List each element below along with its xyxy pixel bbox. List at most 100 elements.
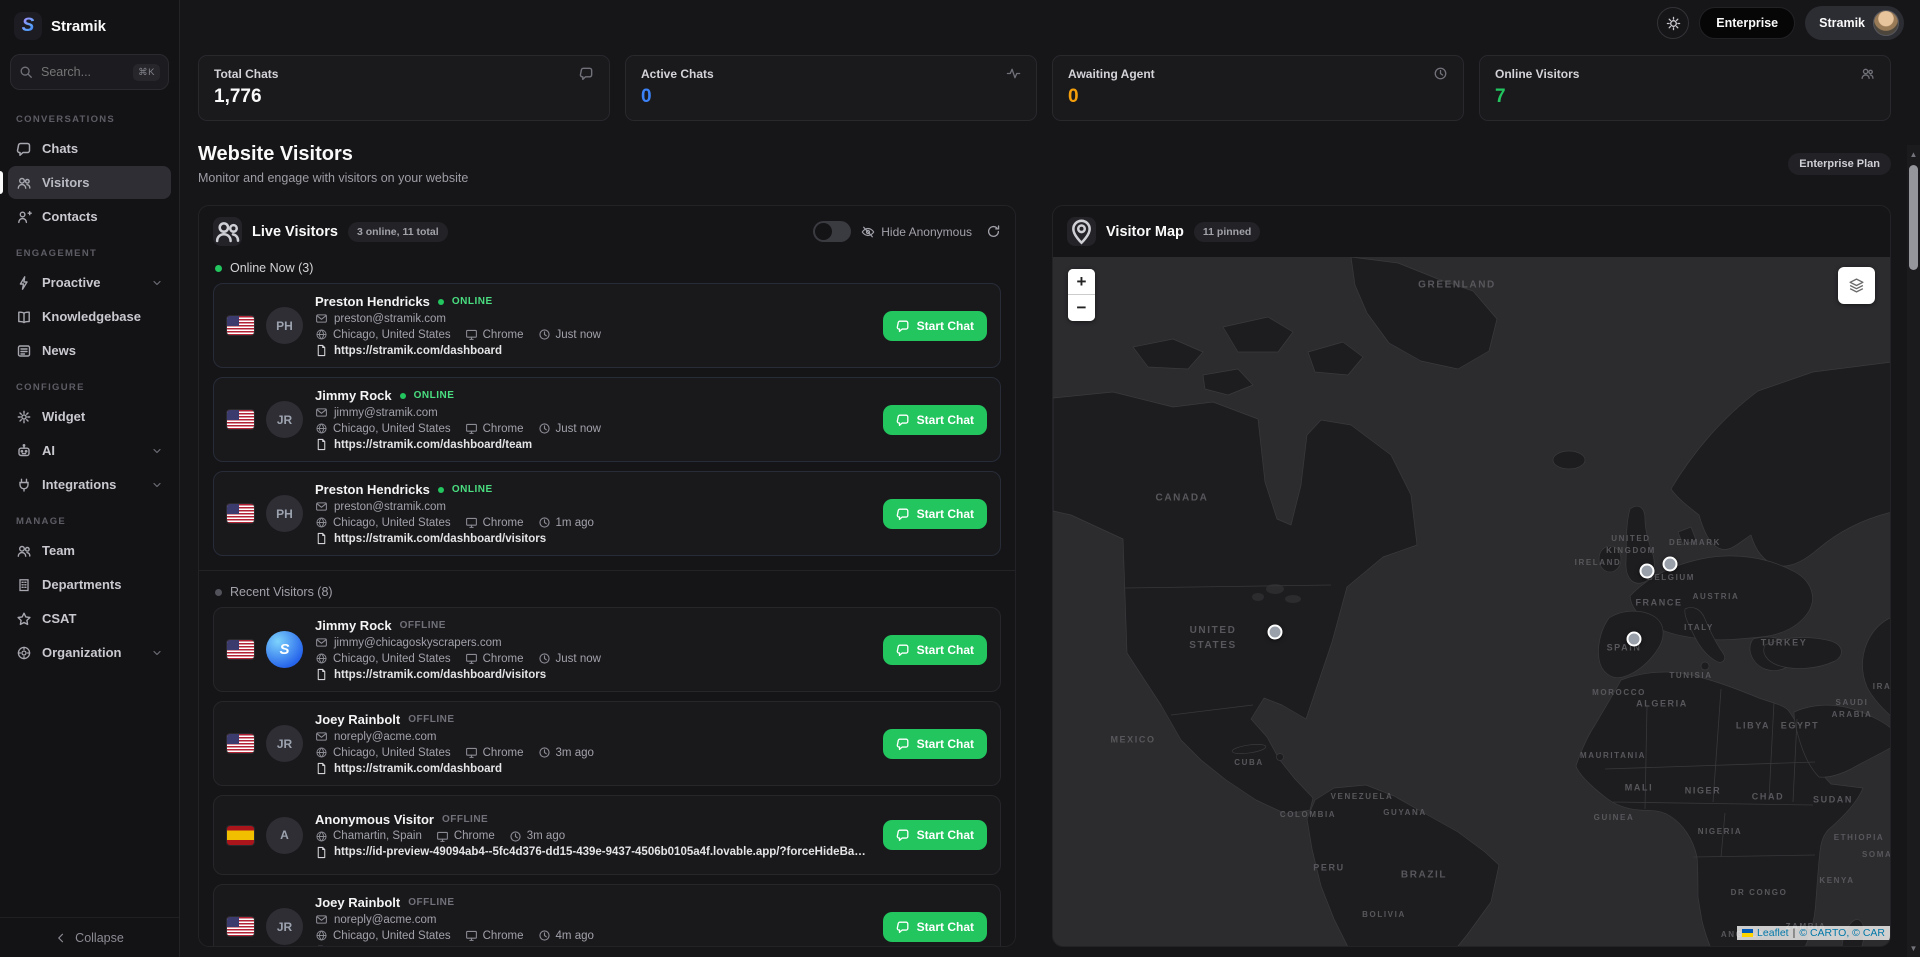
- refresh-icon[interactable]: [986, 224, 1001, 239]
- visitor-marker-madrid[interactable]: [1627, 632, 1642, 647]
- visitor-location: Chicago, United States: [333, 747, 451, 759]
- visitor-avatar: JR: [266, 401, 303, 438]
- visitor-location: Chicago, United States: [333, 517, 451, 529]
- sidebar-item-label: Integrations: [42, 477, 141, 492]
- envelope-icon: [315, 406, 328, 419]
- globe-icon: [315, 929, 328, 942]
- visitor-url-row: https://stramik.com/dashboard/visitors: [315, 668, 871, 681]
- sidebar-item-organization[interactable]: Organization: [8, 636, 171, 669]
- scrollbar-up-arrow[interactable]: ▲: [1907, 147, 1920, 161]
- sidebar-item-label: Team: [42, 543, 163, 558]
- plan-badge: Enterprise Plan: [1788, 153, 1891, 175]
- visitor-browser: Chrome: [483, 930, 524, 942]
- leaflet-link[interactable]: Leaflet: [1757, 927, 1789, 939]
- map-layers-button[interactable]: [1838, 267, 1875, 304]
- start-chat-button[interactable]: Start Chat: [883, 499, 987, 529]
- visitor-map-header: Visitor Map 11 pinned: [1053, 206, 1890, 257]
- sidebar-item-team[interactable]: Team: [8, 534, 171, 567]
- visitor-time-group: 4m ago: [538, 929, 594, 942]
- sidebar-item-news[interactable]: News: [8, 334, 171, 367]
- hide-anonymous-label: Hide Anonymous: [881, 225, 972, 239]
- visitor-url: https://stramik.com/dashboard/visitors: [334, 533, 546, 545]
- visitor-email-row: preston@stramik.com: [315, 500, 871, 513]
- start-chat-button[interactable]: Start Chat: [883, 311, 987, 341]
- visitor-location-group: Chicago, United States: [315, 652, 451, 665]
- recent-visitors-list: S Jimmy Rock OFFLINE jimmy@chicagoskyscr…: [199, 607, 1015, 947]
- online-status-dot: [400, 393, 406, 399]
- visitor-browser-group: Chrome: [465, 652, 524, 665]
- visitor-name: Preston Hendricks: [315, 294, 430, 309]
- visitor-name: Joey Rainbolt: [315, 895, 400, 910]
- sidebar-section: CONFIGURE Widget AI Integrations: [8, 368, 171, 501]
- ukraine-flag-icon: [1742, 929, 1753, 937]
- visitor-email: jimmy@stramik.com: [334, 407, 438, 419]
- sidebar-item-visitors[interactable]: Visitors: [8, 166, 171, 199]
- visitor-avatar: PH: [266, 307, 303, 344]
- search-box[interactable]: ⌘K: [10, 54, 169, 90]
- stats-row: Total Chats 1,776 Active Chats 0 Awaitin…: [198, 55, 1891, 121]
- visitor-marker-london[interactable]: [1640, 564, 1655, 579]
- visitor-name: Anonymous Visitor: [315, 812, 434, 827]
- enterprise-button[interactable]: Enterprise: [1699, 7, 1795, 39]
- scrollbar-thumb[interactable]: [1909, 165, 1918, 270]
- start-chat-button[interactable]: Start Chat: [883, 635, 987, 665]
- zoom-out-button[interactable]: −: [1068, 295, 1095, 321]
- sidebar-item-integrations[interactable]: Integrations: [8, 468, 171, 501]
- sidebar-item-icon: [16, 409, 32, 425]
- start-chat-button[interactable]: Start Chat: [883, 729, 987, 759]
- start-chat-button[interactable]: Start Chat: [883, 820, 987, 850]
- start-chat-button[interactable]: Start Chat: [883, 912, 987, 942]
- visitor-row: JR Joey Rainbolt OFFLINE noreply@acme.co…: [213, 884, 1001, 947]
- scrollbar-down-arrow[interactable]: ▼: [1907, 941, 1920, 955]
- visitor-marker-amsterdam[interactable]: [1663, 557, 1678, 572]
- live-visitors-panel: Live Visitors 3 online, 11 total Hide An…: [198, 205, 1016, 947]
- visitor-avatar: JR: [266, 908, 303, 945]
- collapse-button[interactable]: Collapse: [0, 917, 179, 957]
- visitor-browser: Chrome: [483, 329, 524, 341]
- sidebar-item-label: Chats: [42, 141, 163, 156]
- visitor-map-panel: Visitor Map 11 pinned: [1052, 205, 1891, 947]
- sidebar-item-label: Contacts: [42, 209, 163, 224]
- stat-value: 0: [1068, 86, 1448, 108]
- sidebar-item-proactive[interactable]: Proactive: [8, 266, 171, 299]
- zoom-in-button[interactable]: +: [1068, 269, 1095, 295]
- live-visitors-title: Live Visitors: [252, 224, 338, 240]
- stat-value: 1,776: [214, 86, 594, 108]
- sidebar-section: ENGAGEMENT Proactive Knowledgebase News: [8, 234, 171, 367]
- sidebar-item-icon: [16, 443, 32, 459]
- globe-icon: [315, 746, 328, 759]
- hide-anonymous-toggle[interactable]: [813, 221, 851, 242]
- visitor-browser-group: Chrome: [465, 516, 524, 529]
- visitor-last-seen: 1m ago: [556, 517, 594, 529]
- visitor-row: PH Preston Hendricks ONLINE preston@stra…: [213, 283, 1001, 368]
- monitor-icon: [465, 328, 478, 341]
- sidebar-item-chats[interactable]: Chats: [8, 132, 171, 165]
- visitor-last-seen: 3m ago: [556, 747, 594, 759]
- visitor-status: OFFLINE: [408, 897, 454, 908]
- map-canvas[interactable]: GREENLANDCANADAUNITED STATESMEXICOCUBAVE…: [1053, 257, 1890, 946]
- country-flag-icon: [227, 734, 254, 753]
- carto-link[interactable]: © CARTO, © CAR: [1799, 927, 1885, 939]
- visitor-map-title: Visitor Map: [1106, 224, 1184, 240]
- country-flag-icon: [227, 826, 254, 845]
- vertical-scrollbar[interactable]: ▲ ▼: [1907, 145, 1920, 957]
- visitor-location-group: Chicago, United States: [315, 516, 451, 529]
- start-chat-button[interactable]: Start Chat: [883, 405, 987, 435]
- chat-icon: [896, 737, 910, 751]
- search-input[interactable]: [41, 65, 125, 79]
- visitor-row: PH Preston Hendricks ONLINE preston@stra…: [213, 471, 1001, 556]
- sidebar-item-departments[interactable]: Departments: [8, 568, 171, 601]
- sidebar-item-label: Visitors: [42, 175, 163, 190]
- account-menu[interactable]: Stramik: [1805, 6, 1904, 40]
- theme-toggle-button[interactable]: [1657, 7, 1689, 39]
- visitor-marker-chicago[interactable]: [1268, 625, 1283, 640]
- chevron-down-icon: [151, 479, 163, 491]
- layers-icon: [1848, 277, 1865, 294]
- sidebar-item-contacts[interactable]: Contacts: [8, 200, 171, 233]
- sidebar-item-knowledgebase[interactable]: Knowledgebase: [8, 300, 171, 333]
- sidebar-item-widget[interactable]: Widget: [8, 400, 171, 433]
- sidebar-item-icon: [16, 209, 32, 225]
- visitors-icon: [213, 217, 242, 246]
- sidebar-item-csat[interactable]: CSAT: [8, 602, 171, 635]
- sidebar-item-ai[interactable]: AI: [8, 434, 171, 467]
